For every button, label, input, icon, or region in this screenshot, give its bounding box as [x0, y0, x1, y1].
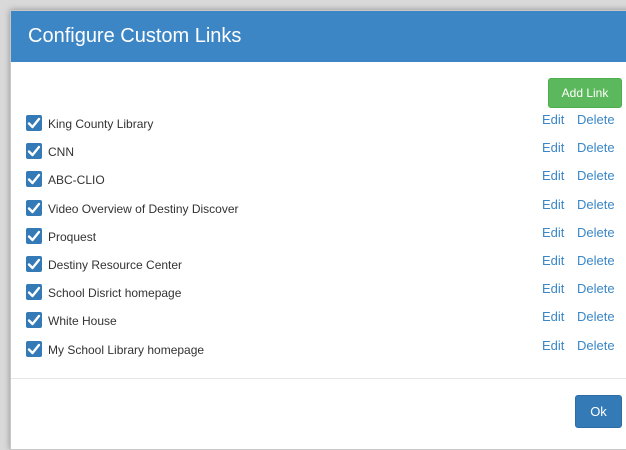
- list-item: Proquest Edit Delete: [26, 225, 626, 247]
- checkmark-icon: [27, 202, 41, 214]
- link-label: White House: [48, 314, 117, 328]
- edit-link[interactable]: Edit: [542, 309, 564, 324]
- checkmark-icon: [27, 145, 41, 157]
- checkmark-icon: [27, 173, 41, 185]
- checkmark-icon: [27, 314, 41, 326]
- delete-link[interactable]: Delete: [577, 338, 615, 353]
- link-label: ABC-CLIO: [48, 173, 105, 187]
- ok-button[interactable]: Ok: [575, 395, 622, 428]
- edit-link[interactable]: Edit: [542, 253, 564, 268]
- edit-link[interactable]: Edit: [542, 140, 564, 155]
- link-label: King County Library: [48, 117, 154, 131]
- delete-link[interactable]: Delete: [577, 168, 615, 183]
- edit-link[interactable]: Edit: [542, 281, 564, 296]
- list-item: White House Edit Delete: [26, 309, 626, 331]
- add-link-button[interactable]: Add Link: [548, 78, 622, 108]
- checkmark-icon: [27, 258, 41, 270]
- list-item: King County Library Edit Delete: [26, 112, 626, 134]
- checkmark-icon: [27, 117, 41, 129]
- link-label: My School Library homepage: [48, 343, 205, 357]
- checkmark-icon: [27, 343, 41, 355]
- link-checkbox[interactable]: [26, 341, 42, 357]
- link-label: Video Overview of Destiny Discover: [48, 202, 239, 216]
- configure-links-dialog: Configure Custom Links Add Link King Cou…: [10, 10, 626, 450]
- list-item: School Disrict homepage Edit Delete: [26, 281, 626, 303]
- delete-link[interactable]: Delete: [577, 281, 615, 296]
- link-checkbox[interactable]: [26, 143, 42, 159]
- edit-link[interactable]: Edit: [542, 338, 564, 353]
- link-label: School Disrict homepage: [48, 286, 182, 300]
- dialog-title: Configure Custom Links: [11, 11, 626, 62]
- footer-divider: [11, 378, 626, 379]
- edit-link[interactable]: Edit: [542, 112, 564, 127]
- link-checkbox[interactable]: [26, 228, 42, 244]
- edit-link[interactable]: Edit: [542, 197, 564, 212]
- delete-link[interactable]: Delete: [577, 197, 615, 212]
- delete-link[interactable]: Delete: [577, 309, 615, 324]
- delete-link[interactable]: Delete: [577, 225, 615, 240]
- link-checkbox[interactable]: [26, 115, 42, 131]
- list-item: My School Library homepage Edit Delete: [26, 338, 626, 360]
- delete-link[interactable]: Delete: [577, 140, 615, 155]
- delete-link[interactable]: Delete: [577, 112, 615, 127]
- link-checkbox[interactable]: [26, 284, 42, 300]
- delete-link[interactable]: Delete: [577, 253, 615, 268]
- list-item: CNN Edit Delete: [26, 140, 626, 162]
- link-checkbox[interactable]: [26, 200, 42, 216]
- link-label: Proquest: [48, 230, 97, 244]
- edit-link[interactable]: Edit: [542, 168, 564, 183]
- checkmark-icon: [27, 230, 41, 242]
- list-item: Video Overview of Destiny Discover Edit De…: [26, 197, 626, 219]
- edit-link[interactable]: Edit: [542, 225, 564, 240]
- list-item: Destiny Resource Center Edit Delete: [26, 253, 626, 275]
- link-checkbox[interactable]: [26, 312, 42, 328]
- link-checkbox[interactable]: [26, 171, 42, 187]
- list-item: ABC-CLIO Edit Delete: [26, 168, 626, 190]
- link-label: Destiny Resource Center: [48, 258, 183, 272]
- link-checkbox[interactable]: [26, 256, 42, 272]
- checkmark-icon: [27, 286, 41, 298]
- link-label: CNN: [48, 145, 74, 159]
